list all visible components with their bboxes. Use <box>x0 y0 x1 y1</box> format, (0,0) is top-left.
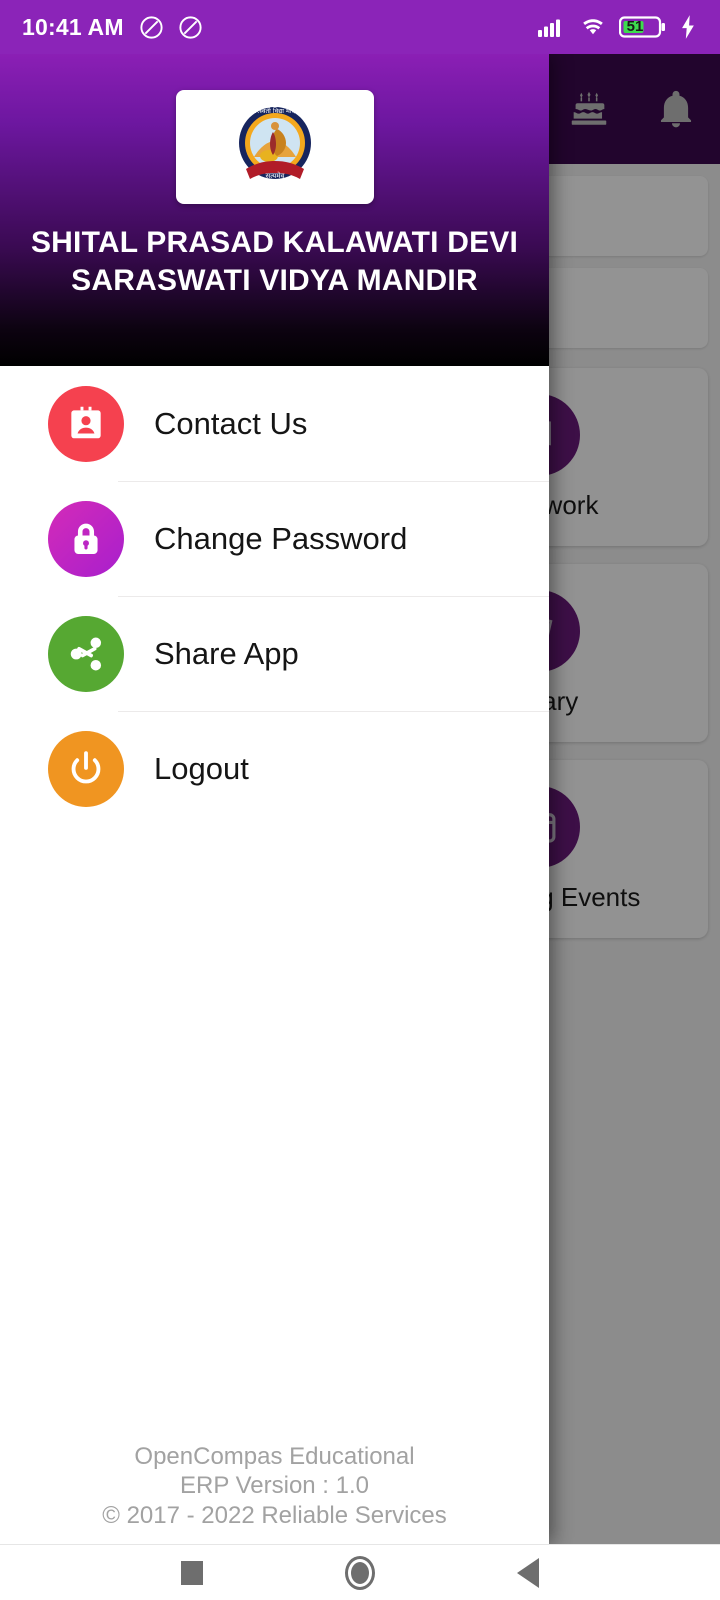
triangle-back-icon[interactable] <box>517 1557 539 1588</box>
svg-text:सरस्वती विद्या मंदिर: सरस्वती विद्या मंदिर <box>252 107 298 115</box>
battery-icon: 51 <box>618 14 667 40</box>
charging-bolt-icon <box>678 14 698 40</box>
system-nav-bar <box>0 1544 720 1600</box>
menu-item-logout[interactable]: Logout <box>0 711 549 826</box>
menu-item-label: Share App <box>154 635 299 671</box>
circle-home-icon[interactable] <box>345 1555 375 1590</box>
footer-line-app-name: OpenCompas Educational <box>134 1443 415 1471</box>
contact-card-icon <box>48 385 124 462</box>
battery-level-label: 51 <box>626 18 644 35</box>
drawer-menu: Contact Us Change Password Share App Log… <box>0 366 549 1442</box>
drawer-header: सत्यमेव सरस्वती विद्या मंदिर SHITAL PRAS… <box>0 54 549 366</box>
school-name-line2: SARASWATI VIDYA MANDIR <box>71 264 478 298</box>
footer-line-version: ERP Version : 1.0 <box>180 1472 369 1500</box>
status-bar: 10:41 AM 51 <box>0 0 720 54</box>
menu-item-label: Contact Us <box>154 405 308 441</box>
wifi-icon <box>578 15 608 39</box>
power-icon <box>48 730 124 807</box>
menu-item-contact-us[interactable]: Contact Us <box>0 366 549 481</box>
status-bar-clock: 10:41 AM <box>22 13 124 40</box>
drawer-footer: OpenCompas Educational ERP Version : 1.0… <box>0 1442 549 1544</box>
do-not-disturb-icon <box>177 14 204 41</box>
lock-icon <box>48 500 124 577</box>
menu-item-share-app[interactable]: Share App <box>0 596 549 711</box>
cellular-signal-icon <box>537 15 567 39</box>
svg-text:सत्यमेव: सत्यमेव <box>265 171 284 180</box>
do-not-disturb-icon <box>138 14 165 41</box>
menu-item-label: Change Password <box>154 520 408 556</box>
school-name: SHITAL PRASAD KALAWATI DEVI SARASWATI VI… <box>21 224 528 300</box>
menu-item-change-password[interactable]: Change Password <box>0 481 549 596</box>
school-name-line1: SHITAL PRASAD KALAWATI DEVI <box>30 226 519 259</box>
share-icon <box>48 615 124 692</box>
phone-screen: Examination Classwork <box>0 0 720 1600</box>
navigation-drawer: सत्यमेव सरस्वती विद्या मंदिर SHITAL PRAS… <box>0 54 549 1544</box>
menu-item-label: Logout <box>154 750 249 786</box>
footer-line-copyright: © 2017 - 2022 Reliable Services <box>102 1501 447 1529</box>
school-crest-logo: सत्यमेव सरस्वती विद्या मंदिर <box>175 90 374 204</box>
square-recents-icon[interactable] <box>181 1560 203 1585</box>
